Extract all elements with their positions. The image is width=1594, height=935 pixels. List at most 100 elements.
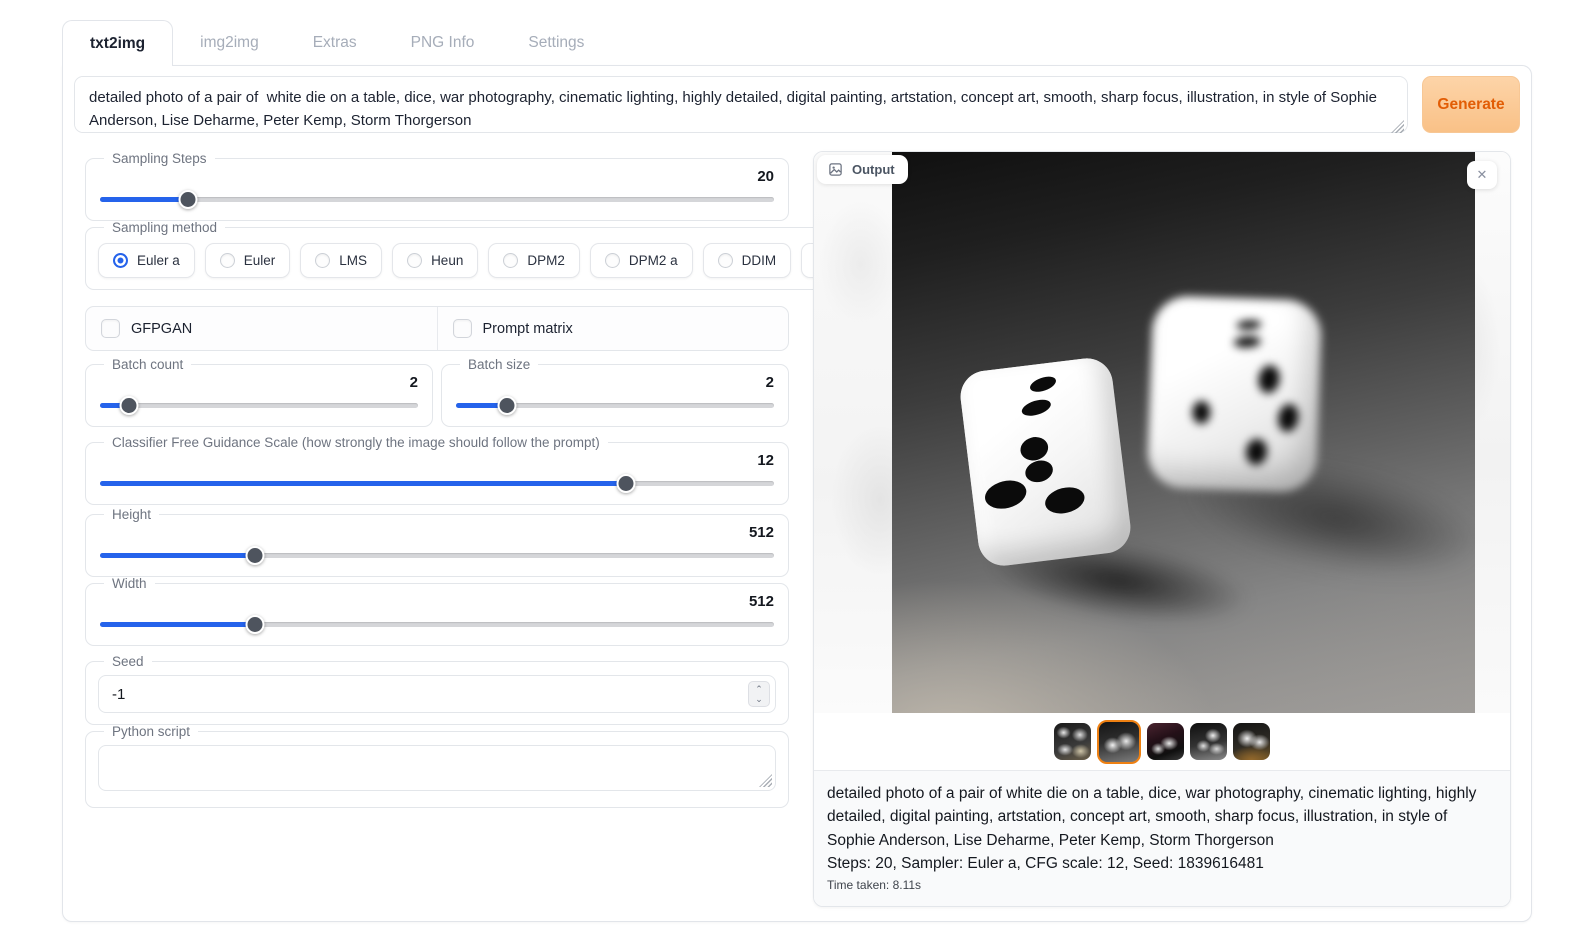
image-icon bbox=[828, 162, 843, 177]
blurred-die bbox=[1147, 295, 1323, 493]
thumbnail-3[interactable] bbox=[1147, 723, 1184, 760]
caption-params: Steps: 20, Sampler: Euler a, CFG scale: … bbox=[827, 852, 1497, 875]
checkbox-icon bbox=[453, 319, 472, 338]
batch-size-group: Batch size 2 bbox=[441, 357, 789, 427]
radio-euler-a[interactable]: Euler a bbox=[98, 243, 195, 278]
thumbnail-1[interactable] bbox=[1054, 723, 1091, 760]
cfg-scale-value: 12 bbox=[98, 452, 774, 469]
generated-image[interactable] bbox=[892, 152, 1475, 713]
generate-button[interactable]: Generate bbox=[1422, 76, 1520, 133]
toggles-row: GFPGAN Prompt matrix bbox=[85, 306, 789, 351]
radio-label: DDIM bbox=[742, 253, 777, 268]
output-column: Output ✕ bbox=[813, 151, 1511, 907]
prompt-input[interactable]: detailed photo of a pair of white die on… bbox=[74, 76, 1408, 133]
batch-size-slider-handle[interactable] bbox=[497, 396, 516, 415]
height-group: Height 512 bbox=[85, 507, 789, 577]
gfpgan-label: GFPGAN bbox=[131, 321, 192, 337]
radio-label: Euler a bbox=[137, 253, 180, 268]
radio-icon bbox=[407, 253, 422, 268]
radio-euler[interactable]: Euler bbox=[205, 243, 291, 278]
radio-label: Euler bbox=[244, 253, 276, 268]
batch-count-slider-handle[interactable] bbox=[119, 396, 138, 415]
sampling-steps-slider-handle[interactable] bbox=[178, 190, 197, 209]
gfpgan-checkbox[interactable]: GFPGAN bbox=[86, 307, 437, 350]
batch-count-label: Batch count bbox=[104, 357, 191, 372]
batch-size-slider[interactable] bbox=[456, 395, 774, 415]
cfg-scale-label: Classifier Free Guidance Scale (how stro… bbox=[104, 435, 608, 450]
tab-img2img[interactable]: img2img bbox=[173, 20, 286, 66]
radio-label: DPM2 a bbox=[629, 253, 678, 268]
cfg-scale-group: Classifier Free Guidance Scale (how stro… bbox=[85, 435, 789, 505]
sampling-method-radios: Euler a Euler LMS Heun DPM2 DPM2 a DDIM … bbox=[98, 243, 892, 278]
output-panel-label: Output bbox=[817, 155, 908, 184]
tab-settings[interactable]: Settings bbox=[501, 20, 611, 66]
sampling-steps-label: Sampling Steps bbox=[104, 151, 215, 166]
python-script-group: Python script bbox=[85, 724, 789, 808]
tab-txt2img[interactable]: txt2img bbox=[62, 20, 173, 66]
python-script-input[interactable] bbox=[98, 745, 776, 791]
thumbnail-5[interactable] bbox=[1233, 723, 1270, 760]
caption-time: Time taken: 8.11s bbox=[827, 878, 1497, 892]
radio-label: Heun bbox=[431, 253, 463, 268]
height-value: 512 bbox=[98, 524, 774, 541]
batch-size-label: Batch size bbox=[460, 357, 538, 372]
radio-icon bbox=[113, 253, 128, 268]
radio-ddim[interactable]: DDIM bbox=[703, 243, 792, 278]
app-window: txt2img img2img Extras PNG Info Settings… bbox=[62, 20, 1532, 922]
sampling-steps-slider[interactable] bbox=[100, 189, 774, 209]
radio-label: LMS bbox=[339, 253, 367, 268]
prompt-row: detailed photo of a pair of white die on… bbox=[74, 76, 1520, 138]
app-body: detailed photo of a pair of white die on… bbox=[62, 65, 1532, 922]
stage-left-filler bbox=[814, 152, 892, 713]
batch-count-group: Batch count 2 bbox=[85, 357, 433, 427]
tab-bar: txt2img img2img Extras PNG Info Settings bbox=[62, 20, 1532, 66]
radio-icon bbox=[220, 253, 235, 268]
cfg-scale-slider-handle[interactable] bbox=[616, 474, 635, 493]
checkbox-icon bbox=[101, 319, 120, 338]
height-slider[interactable] bbox=[100, 545, 774, 565]
sampling-method-group: Sampling method Euler a Euler LMS Heun D… bbox=[85, 220, 905, 290]
tab-png-info[interactable]: PNG Info bbox=[384, 20, 502, 66]
seed-group: Seed ⌃⌄ bbox=[85, 654, 789, 725]
close-icon[interactable]: ✕ bbox=[1467, 161, 1497, 189]
spinner-down-icon[interactable]: ⌄ bbox=[755, 695, 763, 704]
output-panel: Output ✕ bbox=[813, 151, 1511, 907]
thumbnail-2-selected[interactable] bbox=[1097, 720, 1141, 764]
width-slider-handle[interactable] bbox=[246, 615, 265, 634]
gallery-thumbnails bbox=[814, 713, 1510, 770]
sampling-steps-value: 20 bbox=[98, 168, 774, 185]
tab-extras[interactable]: Extras bbox=[286, 20, 384, 66]
width-slider[interactable] bbox=[100, 614, 774, 634]
focused-die bbox=[958, 355, 1134, 568]
seed-input[interactable] bbox=[98, 675, 776, 713]
seed-label: Seed bbox=[104, 654, 152, 669]
python-script-label: Python script bbox=[104, 724, 198, 739]
radio-label: DPM2 bbox=[527, 253, 565, 268]
number-spinner[interactable]: ⌃⌄ bbox=[748, 681, 770, 707]
radio-heun[interactable]: Heun bbox=[392, 243, 478, 278]
batch-count-slider[interactable] bbox=[100, 395, 418, 415]
width-label: Width bbox=[104, 576, 155, 591]
prompt-matrix-checkbox[interactable]: Prompt matrix bbox=[437, 307, 789, 350]
batch-size-value: 2 bbox=[454, 374, 774, 391]
sampling-method-label: Sampling method bbox=[104, 220, 225, 235]
radio-icon bbox=[718, 253, 733, 268]
prompt-matrix-label: Prompt matrix bbox=[483, 321, 573, 337]
height-slider-handle[interactable] bbox=[246, 546, 265, 565]
height-label: Height bbox=[104, 507, 159, 522]
radio-icon bbox=[605, 253, 620, 268]
spinner-up-icon[interactable]: ⌃ bbox=[755, 685, 763, 694]
output-label-text: Output bbox=[852, 162, 895, 177]
batch-count-value: 2 bbox=[98, 374, 418, 391]
cfg-scale-slider[interactable] bbox=[100, 473, 774, 493]
radio-lms[interactable]: LMS bbox=[300, 243, 382, 278]
thumbnail-4[interactable] bbox=[1190, 723, 1227, 760]
settings-column: Sampling Steps 20 Sampling method Euler … bbox=[85, 151, 789, 808]
radio-dpm2-a[interactable]: DPM2 a bbox=[590, 243, 693, 278]
radio-icon bbox=[315, 253, 330, 268]
radio-dpm2[interactable]: DPM2 bbox=[488, 243, 580, 278]
width-group: Width 512 bbox=[85, 576, 789, 646]
width-value: 512 bbox=[98, 593, 774, 610]
generation-info: detailed photo of a pair of white die on… bbox=[814, 770, 1510, 906]
caption-prompt: detailed photo of a pair of white die on… bbox=[827, 782, 1497, 852]
